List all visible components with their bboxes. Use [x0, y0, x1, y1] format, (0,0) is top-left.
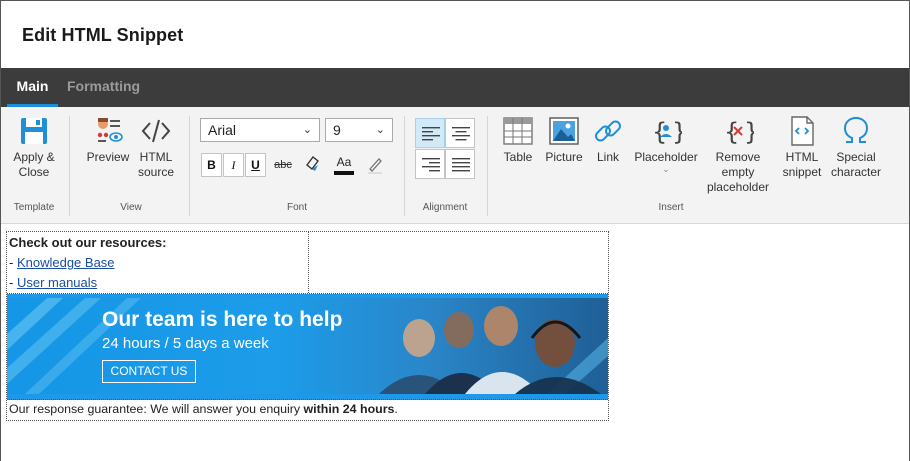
support-banner[interactable]: Our team is here to help 24 hours / 5 da… — [7, 294, 608, 400]
svg-text:}: } — [744, 118, 754, 146]
font-color-button[interactable]: Aa — [332, 153, 356, 181]
html-snippet-icon — [791, 116, 814, 146]
insert-placeholder-button[interactable]: { } Placeholder ⌄ — [631, 115, 701, 174]
preview-button[interactable]: Preview — [83, 115, 133, 165]
align-center-icon — [452, 127, 470, 141]
insert-link-button[interactable]: Link — [591, 115, 625, 165]
chevron-down-icon: ⌄ — [375, 124, 385, 136]
font-case-label: Aa — [336, 155, 352, 169]
font-family-select[interactable]: Arial ⌄ — [200, 118, 320, 142]
placeholder-icon: { } — [652, 118, 682, 146]
font-size-select[interactable]: 9 ⌄ — [325, 118, 393, 142]
insert-picture-button[interactable]: Picture — [543, 115, 585, 165]
preview-label: Preview — [86, 150, 130, 164]
insert-special-character-label: Special character — [830, 150, 882, 179]
chevron-down-icon: ⌄ — [662, 164, 670, 174]
code-icon — [141, 119, 171, 143]
align-center-button[interactable] — [445, 118, 475, 148]
chevron-down-icon: ⌄ — [302, 124, 312, 136]
editor-area[interactable]: Check out our resources: - Knowledge Bas… — [1, 225, 909, 461]
svg-text:}: } — [672, 118, 682, 146]
ribbon-divider — [404, 116, 405, 216]
font-family-value: Arial — [208, 122, 237, 138]
highlight-button[interactable] — [301, 153, 325, 181]
group-label-font: Font — [286, 202, 307, 213]
align-right-button[interactable] — [415, 149, 445, 179]
ribbon: Apply & Close Template Preview HTML sour… — [1, 107, 909, 224]
font-size-value: 9 — [333, 122, 341, 138]
team-photo — [379, 306, 601, 394]
align-justify-button[interactable] — [445, 149, 475, 179]
knowledge-base-link[interactable]: Knowledge Base — [17, 255, 115, 270]
ribbon-tabbar: Main Formatting — [1, 68, 909, 107]
table-icon — [503, 117, 533, 145]
banner-subline: 24 hours / 5 days a week — [102, 335, 269, 352]
highlighter-icon — [306, 156, 319, 171]
pencil-icon — [368, 158, 382, 174]
remove-placeholder-icon: { } — [724, 118, 754, 146]
dialog-title: Edit HTML Snippet — [22, 25, 184, 45]
snippet-row-resources: Check out our resources: - Knowledge Bas… — [7, 232, 608, 294]
remove-empty-placeholder-button[interactable]: { } Remove empty placeholder — [705, 115, 771, 195]
italic-button[interactable]: I — [223, 153, 244, 177]
bold-button[interactable]: B — [201, 153, 222, 177]
insert-html-snippet-label: HTML snippet — [782, 150, 822, 179]
remove-empty-placeholder-label: Remove empty placeholder — [706, 150, 770, 194]
group-label-template: Template — [13, 202, 55, 213]
tab-main[interactable]: Main — [7, 68, 58, 107]
insert-html-snippet-button[interactable]: HTML snippet — [779, 115, 825, 180]
dialog-window: Edit HTML Snippet Main Formatting Apply … — [0, 0, 910, 461]
insert-table-label: Table — [503, 150, 533, 164]
guarantee-text: Our response guarantee: We will answer y… — [9, 402, 304, 416]
ribbon-divider — [487, 116, 488, 216]
apply-close-label: Apply & Close — [13, 150, 55, 179]
save-icon — [21, 118, 47, 144]
empty-cell[interactable] — [309, 232, 608, 293]
link-icon — [595, 120, 621, 142]
insert-link-label: Link — [596, 150, 619, 164]
html-source-label: HTML source — [137, 150, 175, 179]
guarantee-row[interactable]: Our response guarantee: We will answer y… — [7, 400, 608, 420]
insert-table-button[interactable]: Table — [499, 115, 537, 165]
group-label-insert: Insert — [658, 202, 684, 213]
group-label-view: View — [120, 202, 142, 213]
insert-placeholder-label: Placeholder — [634, 150, 698, 164]
guarantee-suffix: . — [394, 402, 398, 416]
font-color-swatch — [334, 171, 354, 175]
omega-icon — [843, 116, 869, 143]
insert-picture-label: Picture — [545, 150, 583, 164]
align-justify-icon — [452, 158, 470, 172]
user-manuals-link[interactable]: User manuals — [17, 275, 97, 290]
preview-icon — [97, 118, 123, 142]
ribbon-divider — [189, 116, 190, 216]
insert-special-character-button[interactable]: Special character — [829, 115, 883, 180]
snippet-table: Check out our resources: - Knowledge Bas… — [6, 231, 609, 421]
strikethrough-button[interactable]: abc — [271, 153, 295, 181]
html-source-button[interactable]: HTML source — [133, 115, 179, 180]
pencil-button[interactable] — [363, 153, 387, 181]
underline-button[interactable]: U — [245, 153, 266, 177]
guarantee-bold-text: within 24 hours — [303, 402, 395, 416]
align-left-icon — [422, 127, 440, 141]
resources-cell[interactable]: Check out our resources: - Knowledge Bas… — [7, 232, 309, 293]
link-prefix: - — [9, 255, 17, 270]
ribbon-divider — [69, 116, 70, 216]
link-prefix: - — [9, 275, 17, 290]
align-right-icon — [422, 158, 440, 172]
contact-us-button[interactable]: CONTACT US — [102, 360, 196, 383]
apply-close-button[interactable]: Apply & Close — [9, 115, 59, 180]
banner-headline: Our team is here to help — [102, 308, 343, 331]
group-label-alignment: Alignment — [422, 202, 468, 213]
tab-formatting[interactable]: Formatting — [67, 68, 140, 107]
svg-text:{: { — [652, 118, 667, 146]
align-left-button[interactable] — [415, 118, 445, 148]
resources-heading: Check out our resources: — [9, 235, 167, 250]
picture-icon — [549, 117, 579, 145]
